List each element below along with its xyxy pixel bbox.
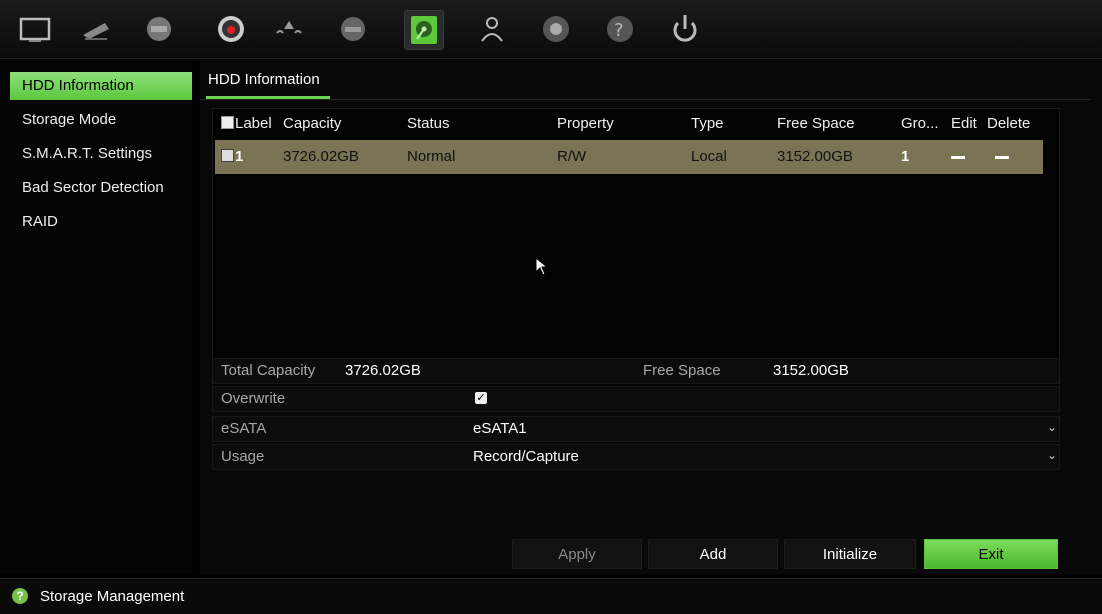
header-delete: Delete — [987, 115, 1031, 132]
sidebar: HDD Information Storage Mode S.M.A.R.T. … — [0, 60, 192, 574]
chevron-down-icon[interactable]: ⌄ — [1047, 420, 1057, 434]
system-icon[interactable] — [537, 10, 575, 48]
sidebar-item-bad-sector-detection[interactable]: Bad Sector Detection — [10, 174, 192, 202]
mouse-cursor-icon — [535, 257, 549, 276]
table-row[interactable]: 1 3726.02GB Normal R/W Local 3152.00GB 1 — [215, 140, 1043, 174]
status-bar: ? Storage Management — [0, 578, 1102, 614]
total-capacity-value: 3726.02GB — [345, 362, 421, 379]
sidebar-item-raid[interactable]: RAID — [10, 208, 192, 236]
edit-icon[interactable] — [951, 156, 965, 159]
help-circle-icon: ? — [12, 588, 28, 604]
alarm-icon[interactable] — [270, 10, 308, 48]
esata-row[interactable]: eSATA eSATA1 ⌄ — [212, 416, 1060, 442]
tab-divider — [200, 99, 1090, 100]
row-capacity: 3726.02GB — [283, 148, 359, 165]
device-icon[interactable] — [334, 10, 372, 48]
overwrite-checkbox[interactable]: ✓ — [475, 392, 487, 404]
storage-icon[interactable] — [404, 10, 444, 50]
record-icon[interactable] — [212, 10, 250, 48]
header-free-space[interactable]: Free Space — [777, 115, 855, 132]
exit-button[interactable]: Exit — [924, 539, 1058, 569]
row-status: Normal — [407, 148, 456, 165]
hdd-table: Label Capacity Status Property Type Free… — [212, 108, 1060, 398]
select-all-checkbox[interactable] — [221, 116, 234, 129]
header-group[interactable]: Gro... — [901, 115, 939, 132]
status-text: Storage Management — [40, 588, 185, 605]
header-edit: Edit — [951, 115, 977, 132]
initialize-button[interactable]: Initialize — [784, 539, 916, 569]
power-icon[interactable] — [666, 10, 704, 48]
display-icon[interactable] — [16, 10, 54, 48]
help-icon[interactable]: ? — [601, 10, 639, 48]
usage-row[interactable]: Usage Record/Capture ⌄ — [212, 444, 1060, 470]
add-button[interactable]: Add — [648, 539, 778, 569]
esata-label: eSATA — [221, 420, 267, 437]
header-capacity[interactable]: Capacity — [283, 115, 341, 132]
top-toolbar: ? — [0, 0, 1102, 59]
row-label-cell[interactable]: 1 — [221, 148, 243, 165]
sidebar-item-smart-settings[interactable]: S.M.A.R.T. Settings — [10, 140, 192, 168]
row-type: Local — [691, 148, 727, 165]
row-group: 1 — [901, 148, 910, 165]
capacity-row: Total Capacity 3726.02GB Free Space 3152… — [212, 358, 1060, 384]
sidebar-item-hdd-information[interactable]: HDD Information — [10, 72, 192, 100]
free-space-value: 3152.00GB — [773, 362, 849, 379]
row-checkbox[interactable] — [221, 149, 234, 162]
header-label[interactable]: Label — [221, 115, 272, 132]
user-icon[interactable] — [473, 10, 511, 48]
header-property[interactable]: Property — [557, 115, 614, 132]
svg-text:?: ? — [614, 20, 624, 41]
total-capacity-label: Total Capacity — [221, 362, 316, 379]
sidebar-item-storage-mode[interactable]: Storage Mode — [10, 106, 192, 134]
row-free-space: 3152.00GB — [777, 148, 853, 165]
header-status[interactable]: Status — [407, 115, 450, 132]
main-panel: HDD Information Label Capacity Status Pr… — [200, 60, 1102, 574]
esata-select[interactable]: eSATA1 — [473, 420, 527, 437]
row-property: R/W — [557, 148, 587, 165]
apply-button[interactable]: Apply — [512, 539, 642, 569]
delete-icon[interactable] — [995, 156, 1009, 159]
network-icon[interactable] — [140, 10, 178, 48]
overwrite-row: Overwrite ✓ — [212, 386, 1060, 412]
camera-icon[interactable] — [78, 10, 116, 48]
usage-label: Usage — [221, 448, 265, 465]
header-type[interactable]: Type — [691, 115, 724, 132]
overwrite-label: Overwrite — [221, 390, 286, 407]
chevron-down-icon[interactable]: ⌄ — [1047, 448, 1057, 462]
free-space-label: Free Space — [643, 362, 721, 379]
tab-hdd-information[interactable]: HDD Information — [208, 71, 320, 88]
usage-select[interactable]: Record/Capture — [473, 448, 579, 465]
